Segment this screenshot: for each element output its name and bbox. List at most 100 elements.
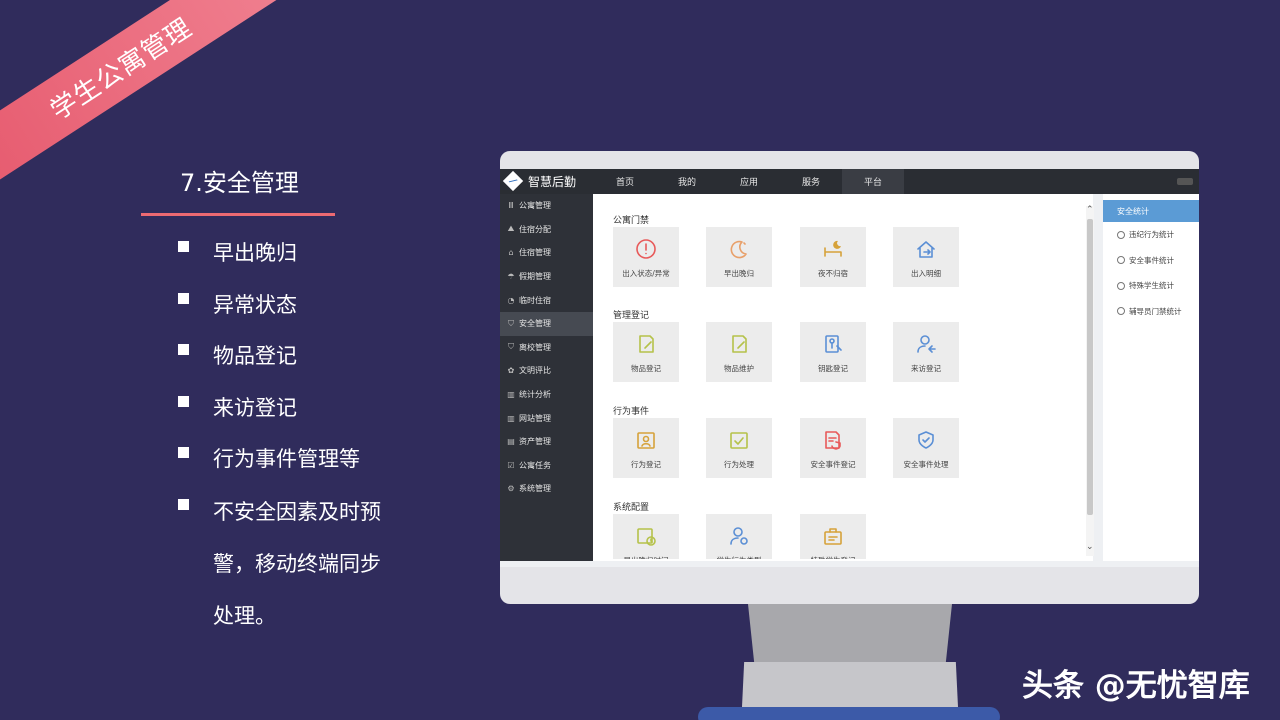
- nav-item[interactable]: 我的: [656, 169, 718, 194]
- holiday-icon: ☂: [507, 272, 515, 282]
- alert-icon: [635, 238, 657, 260]
- sidebar-item[interactable]: ⛰ 住宿分配: [500, 218, 593, 242]
- scroll-up-icon[interactable]: ⌃: [1086, 205, 1094, 215]
- feature-tile[interactable]: 安全事件登记: [800, 418, 866, 478]
- bullet-text: 物品登记: [213, 344, 297, 368]
- user-gear-icon: [728, 525, 750, 547]
- watermark: 头条 @无忧智库: [1022, 668, 1250, 704]
- bullet-text: 早出晚归: [213, 241, 297, 265]
- right-panel-header[interactable]: 安全统计: [1103, 200, 1199, 222]
- sidebar-item-label: 安全管理: [519, 319, 551, 329]
- sidebar-item[interactable]: ⌂ 住宿管理: [500, 241, 593, 265]
- monitor-stand-lower: [742, 662, 958, 707]
- feature-tile[interactable]: 行为处理: [706, 418, 772, 478]
- sidebar: Ⅲ 公寓管理 ⛰ 住宿分配 ⌂ 住宿管理 ☂ 假期管理 ◔ 临时住宿 ⛉ 安全管理 ⛉ 离校管理 ✿ 文明评比…: [500, 194, 593, 567]
- key-doc-icon: [822, 333, 844, 355]
- nav-item[interactable]: 平台: [842, 169, 904, 194]
- feature-tile[interactable]: 行为登记: [613, 418, 679, 478]
- chart-icon: ▥: [507, 413, 515, 423]
- sidebar-item[interactable]: ◔ 临时住宿: [500, 288, 593, 312]
- sidebar-item[interactable]: ⛉ 离校管理: [500, 336, 593, 360]
- sidebar-item[interactable]: ▥ 统计分析: [500, 383, 593, 407]
- feature-tile[interactable]: 出入明细: [893, 227, 959, 287]
- calendar-clock-icon: [635, 525, 657, 547]
- sidebar-item[interactable]: Ⅲ 公寓管理: [500, 194, 593, 218]
- stat-link[interactable]: 辅导员门禁统计: [1103, 299, 1199, 325]
- sidebar-item-label: 离校管理: [519, 342, 551, 352]
- bullet-square-icon: [178, 292, 189, 304]
- nav-item[interactable]: 服务: [780, 169, 842, 194]
- briefcase-icon: [822, 525, 844, 547]
- logo-text: 智慧后勤: [528, 174, 577, 189]
- feature-tile[interactable]: 夜不归宿: [800, 227, 866, 287]
- sidebar-item-label: 公寓管理: [519, 201, 551, 211]
- feature-tile[interactable]: 学生行为类型: [706, 514, 772, 559]
- screen-bottom-bar: [500, 561, 1199, 567]
- feature-tile[interactable]: 物品维护: [706, 322, 772, 382]
- sidebar-item-label: 临时住宿: [519, 295, 551, 305]
- tile-label: 特殊学生登记: [811, 555, 856, 559]
- bullet-square-icon: [178, 241, 189, 252]
- sidebar-item-label: 假期管理: [519, 272, 551, 282]
- tile-label: 物品维护: [724, 364, 754, 373]
- bullet-item: 异常状态: [178, 280, 438, 332]
- content-divider: [1093, 194, 1103, 567]
- bullet-item: 来访登记: [178, 383, 438, 435]
- group-title: 管理登记: [613, 311, 650, 321]
- topbar-menu-icon[interactable]: [1177, 178, 1193, 185]
- nav-item[interactable]: 首页: [594, 169, 656, 194]
- feature-tile[interactable]: 特殊学生登记: [800, 514, 866, 559]
- tile-label: 安全事件处理: [903, 460, 949, 469]
- sidebar-item-label: 系统管理: [519, 484, 551, 494]
- sidebar-item[interactable]: ☂ 假期管理: [500, 265, 593, 289]
- award-icon: ✿: [507, 366, 515, 376]
- stat-link[interactable]: 特殊学生统计: [1103, 273, 1199, 299]
- stat-link[interactable]: 安全事件统计: [1103, 248, 1199, 274]
- tile-label: 物品登记: [631, 364, 661, 373]
- bullet-square-icon: [178, 498, 189, 510]
- shield-check-icon: [915, 429, 937, 451]
- feature-tile[interactable]: 钥匙登记: [800, 322, 866, 382]
- group-title: 公寓门禁: [613, 216, 650, 226]
- sidebar-item[interactable]: ⚙ 系统管理: [500, 477, 593, 501]
- main-content: 公寓门禁 出入状态/异常 早出晚归 夜不归宿 出入明细管理登记物品登记 物品维护 钥匙登记 来…: [593, 194, 1093, 567]
- task-icon: ☑: [507, 460, 515, 470]
- tile-label: 早出晚归: [724, 269, 754, 278]
- sidebar-item-label: 统计分析: [519, 390, 551, 400]
- note-edit-icon: [728, 333, 750, 355]
- sidebar-item[interactable]: ☑ 公寓任务: [500, 454, 593, 478]
- app-screen: ⁄ 智慧后勤 首页 我的 应用 服务 平台 Ⅲ 公寓管理 ⛰ 住宿分配 ⌂ 住宿管理 ☂ 假期管理 ◔ 临…: [500, 169, 1199, 567]
- section-title: 7.安全管理: [180, 169, 299, 197]
- asset-icon: ▤: [507, 437, 515, 447]
- ribbon-text: 学生公寓管理: [45, 12, 198, 126]
- sidebar-item-label: 文明评比: [519, 366, 551, 376]
- monitor-stand-neck: [748, 604, 952, 662]
- feature-tile[interactable]: 来访登记: [893, 322, 959, 382]
- app-topbar: ⁄ 智慧后勤 首页 我的 应用 服务 平台: [500, 169, 1199, 194]
- doc-shield-icon: [822, 429, 844, 451]
- bed-moon-icon: [822, 238, 844, 260]
- sidebar-item[interactable]: ⛉ 安全管理: [500, 311, 593, 336]
- feature-tile[interactable]: 物品登记: [613, 322, 679, 382]
- bullet-text: 不安全因素及时预警，移动终端同步处理。: [213, 499, 381, 628]
- feature-tile[interactable]: 早出晚归时间: [613, 514, 679, 559]
- sidebar-item[interactable]: ▥ 网站管理: [500, 406, 593, 430]
- tile-label: 行为处理: [724, 460, 754, 469]
- scrollbar-thumb[interactable]: [1087, 219, 1093, 515]
- sidebar-item[interactable]: ▤ 资产管理: [500, 430, 593, 454]
- app-logo[interactable]: ⁄ 智慧后勤: [502, 170, 577, 192]
- feature-tile[interactable]: 安全事件处理: [893, 418, 959, 478]
- shield-icon: ⛉: [508, 342, 514, 352]
- stat-link-label: 违纪行为统计: [1129, 230, 1174, 240]
- top-nav: 首页 我的 应用 服务 平台: [594, 169, 904, 194]
- check-calendar-icon: [728, 429, 750, 451]
- sidebar-item[interactable]: ✿ 文明评比: [500, 359, 593, 383]
- feature-tile[interactable]: 出入状态/异常: [613, 227, 679, 287]
- bullet-item: 早出晚归: [178, 228, 438, 280]
- tile-label: 出入明细: [911, 269, 941, 278]
- feature-tile[interactable]: 早出晚归: [706, 227, 772, 287]
- nav-item[interactable]: 应用: [718, 169, 780, 194]
- scroll-down-icon[interactable]: ⌄: [1086, 542, 1094, 552]
- shield-icon: ⛉: [508, 318, 514, 328]
- stat-link[interactable]: 违纪行为统计: [1103, 222, 1199, 248]
